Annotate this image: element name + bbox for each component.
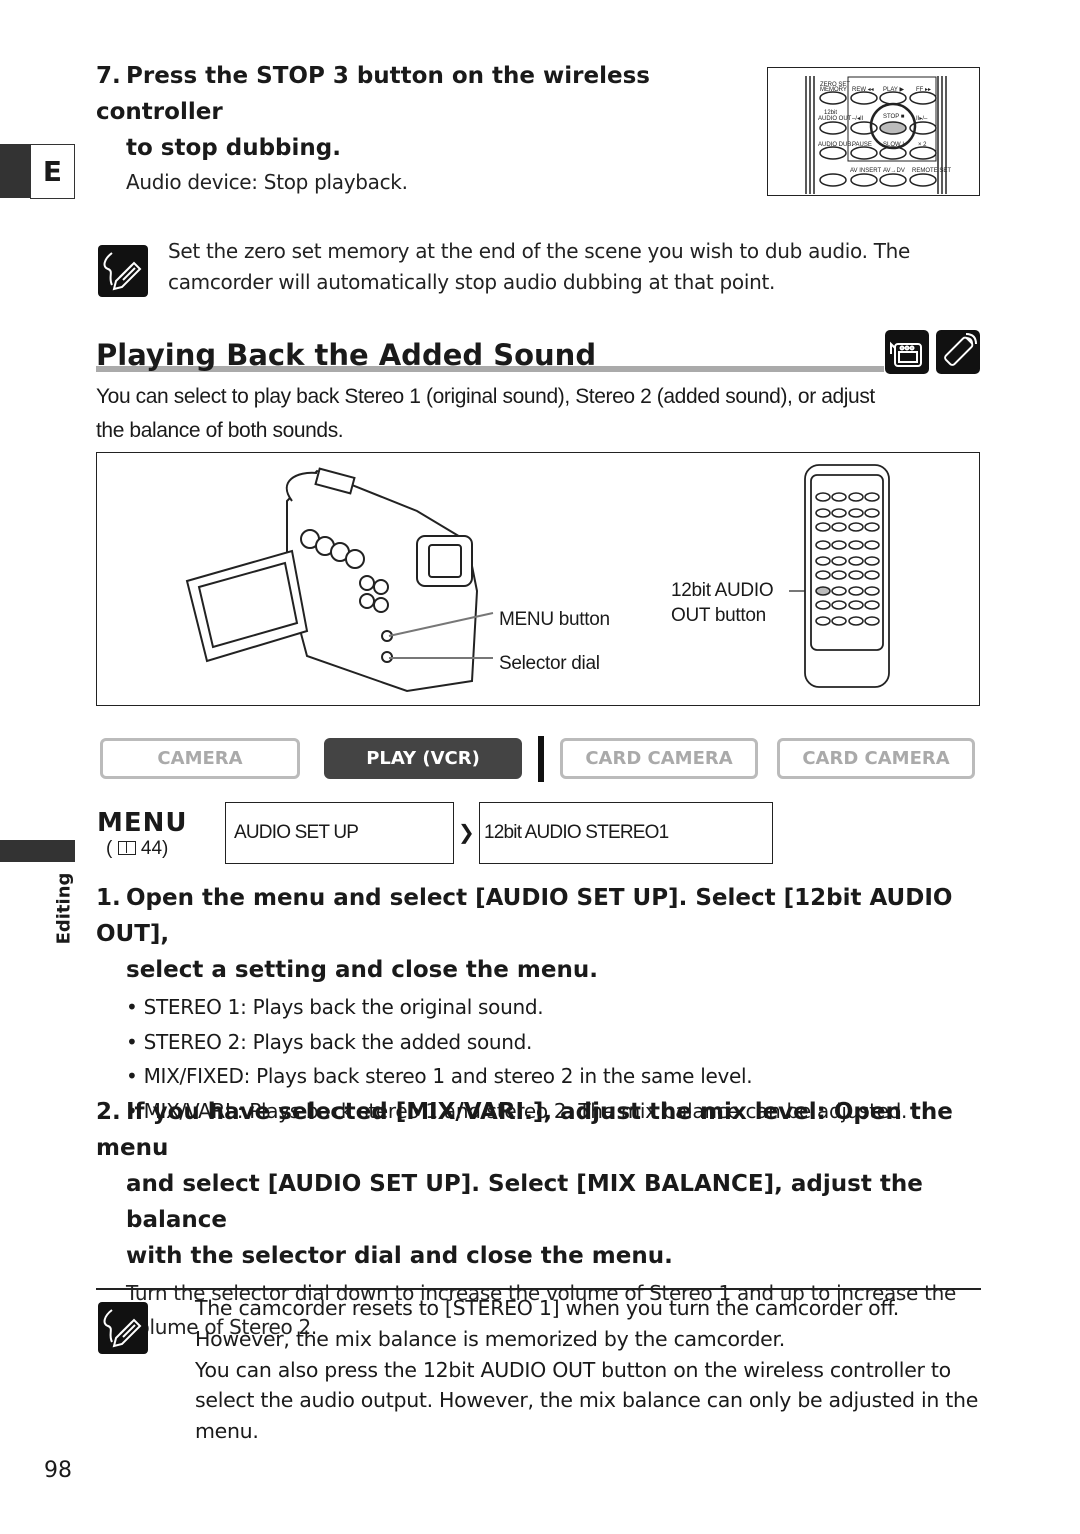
mode-label: CAMERA [157, 748, 243, 769]
camcorder-figure: MENU button Selector dial 12bit AUDIO OU… [96, 452, 980, 706]
bullet-text: STEREO 1: Plays back the original sound. [143, 995, 544, 1019]
side-section-label: Editing [48, 872, 78, 945]
note-2-text: The camcorder resets to [STEREO 1] when … [195, 1293, 985, 1447]
svg-text:MEMORY: MEMORY [820, 87, 847, 93]
svg-text:AUDIO OUT: AUDIO OUT [818, 116, 852, 122]
menu-path-item-2: 12bit AUDIO STEREO1 [479, 802, 773, 864]
mode-camera: CAMERA [100, 738, 300, 779]
step-2-line-2: and select [AUDIO SET UP]. Select [MIX B… [126, 1171, 923, 1233]
mode-label: CARD CAMERA [802, 748, 950, 769]
svg-text:REMOTE SET: REMOTE SET [912, 168, 951, 174]
note-1-text: Set the zero set memory at the end of th… [168, 239, 911, 294]
wireless-controller-illustration [804, 464, 890, 688]
bullet-text: STEREO 2: Plays back the added sound. [143, 1029, 533, 1054]
svg-text:–/◂II: –/◂II [852, 116, 864, 122]
remote-buttons-icon: ZERO SETMEMORY REW ◂◂ PLAY ▶ FF ▸▸ 12bitAU… [805, 76, 951, 194]
menu-path-item-1: AUDIO SET UP [225, 802, 454, 864]
step-7-line-1: Press the STOP 3 button on the wireless … [96, 63, 650, 125]
language-tab-letter: E [42, 155, 63, 188]
remote-control-icon [936, 330, 980, 374]
step-number: 7. [96, 63, 121, 89]
note-divider [96, 1288, 981, 1290]
note-line: You can also press the 12bit AUDIO OUT b… [195, 1357, 951, 1382]
step-2-line-3: with the selector dial and close the men… [126, 1243, 673, 1269]
bullet-item: • STEREO 1: Plays back the original soun… [126, 995, 544, 1019]
pencil-note-icon [98, 245, 148, 297]
step-7: 7. Press the STOP 3 button on the wireles… [96, 58, 756, 194]
menu-arrow-icon: ❯ [458, 820, 475, 844]
step-2-line-1: If you have selected [MIX/VARI.], adjust… [96, 1099, 953, 1161]
note-line: However, the mix balance is memorized by… [195, 1326, 785, 1351]
mode-label: CARD CAMERA [585, 748, 733, 769]
pencil-note-icon [98, 1302, 148, 1354]
mode-card-camera-2: CARD CAMERA [777, 738, 975, 779]
svg-text:AV→DV: AV→DV [883, 168, 905, 174]
menu-path-label: 12bit AUDIO STEREO1 [484, 822, 669, 843]
bullet-item: • STEREO 2: Plays back the added sound. [126, 1029, 533, 1054]
remote-stop-illustration: ZERO SET MEMORY REW ◂◂ PLAY ▶ FF ▸▸ 12bit AU… [767, 67, 980, 196]
svg-text:PLAY ▶: PLAY ▶ [883, 87, 904, 93]
section-title: Playing Back the Added Sound [96, 338, 597, 372]
bullet-text: MIX/FIXED: Plays back stereo 1 and stere… [143, 1064, 753, 1088]
menu-button-label: MENU button [499, 609, 610, 630]
side-tab-bar [0, 144, 30, 198]
intro-line-1: You can select to play back Stereo 1 (or… [96, 385, 875, 408]
svg-text:FF ▸▸: FF ▸▸ [916, 87, 931, 93]
step-number: 1. [96, 885, 121, 911]
step-1: 1. Open the menu and select [AUDIO SET UP… [96, 880, 986, 1128]
note-line: The camcorder resets to [STEREO 1] when … [195, 1296, 899, 1320]
intro-line-2: the balance of both sounds. [96, 419, 344, 442]
note-line: select the audio output. However, the mi… [195, 1388, 979, 1413]
mode-card-camera: CARD CAMERA [560, 738, 758, 779]
selector-dial-label: Selector dial [499, 653, 600, 674]
page-number: 98 [44, 1458, 72, 1483]
svg-text:× 2: × 2 [918, 142, 927, 148]
side-section-bar [0, 840, 75, 862]
side-section-text: Editing [53, 872, 75, 945]
svg-text:REW ◂◂: REW ◂◂ [852, 87, 874, 93]
step-number: 2. [96, 1099, 121, 1125]
book-icon [117, 841, 136, 855]
mode-divider [538, 736, 544, 782]
camcorder-icon [885, 330, 929, 374]
mode-label: PLAY (VCR) [366, 748, 480, 769]
note-line: menu. [195, 1419, 259, 1444]
step-1-line-2: select a setting and close the menu. [126, 957, 598, 983]
step-1-heading: 1. Open the menu and select [AUDIO SET UP… [96, 880, 986, 952]
step-2-heading: 2. If you have selected [MIX/VARI.], adju… [96, 1094, 986, 1166]
svg-text:PAUSE: PAUSE [852, 142, 872, 148]
section-intro: You can select to play back Stereo 1 (or… [96, 380, 986, 448]
svg-text:II▸/–: II▸/– [916, 116, 928, 122]
audio-out-label-line-1: 12bit AUDIO [671, 580, 774, 601]
step-1-line-1: Open the menu and select [AUDIO SET UP].… [96, 885, 953, 947]
step-7-line-2: to stop dubbing. [126, 135, 341, 161]
menu-ref-page: 44 [140, 838, 163, 859]
mode-play-vcr: PLAY (VCR) [324, 738, 522, 779]
bullet-item: • MIX/FIXED: Plays back stereo 1 and ste… [126, 1064, 753, 1088]
audio-out-label-line-2: OUT button [671, 605, 766, 626]
svg-text:AUDIO DUB.: AUDIO DUB. [818, 142, 853, 148]
step-7-detail: Audio device: Stop playback. [126, 170, 408, 194]
menu-page-reference: ( 44) [106, 838, 169, 859]
menu-path-label: AUDIO SET UP [234, 822, 359, 843]
menu-heading: MENU [97, 808, 188, 838]
svg-text:AV INSERT: AV INSERT [850, 168, 881, 174]
step-7-heading: 7. Press the STOP 3 button on the wireles… [96, 58, 756, 130]
svg-text:STOP ■: STOP ■ [883, 114, 905, 120]
language-tab: E [30, 144, 75, 199]
svg-text:SLOW I▸: SLOW I▸ [883, 142, 907, 148]
